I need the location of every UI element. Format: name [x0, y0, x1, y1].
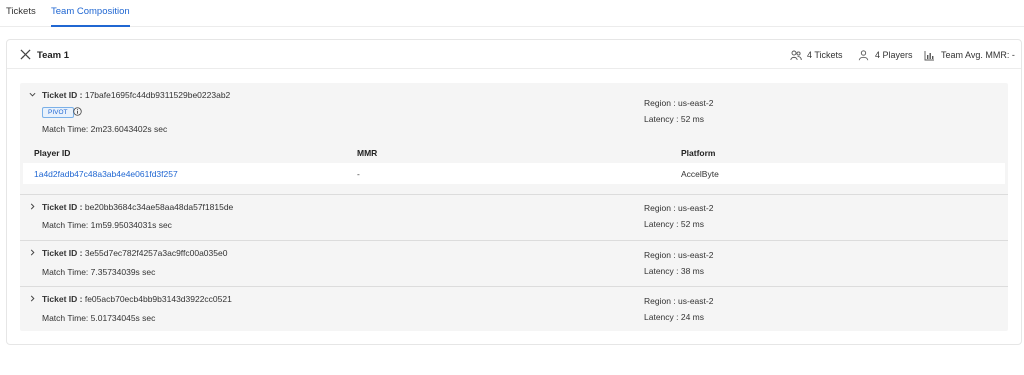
players-count: 4 Players	[875, 50, 913, 60]
player-id-link[interactable]: 1a4d2fadb47c48a3ab4e4e061fd3f257	[34, 169, 178, 179]
crossed-swords-icon	[20, 49, 31, 60]
ticket-region: Region : us-east-2	[644, 203, 714, 213]
team-title: Team 1	[37, 50, 70, 61]
ticket-match-time: Match Time: 1m59.95034031s sec	[42, 220, 172, 230]
ticket-id-value: 3e55d7ec782f4257a3ac9ffc00a035e0	[84, 248, 228, 258]
people-group-icon	[790, 50, 802, 61]
chevron-right-icon[interactable]	[29, 295, 36, 302]
column-header-player-id: Player ID	[34, 148, 71, 158]
ticket-item: Ticket ID : 17bafe1695fc44db9311529be022…	[20, 83, 1008, 194]
team-card: Team 1 4 Tickets 4 Players Team Avg. MMR…	[6, 39, 1022, 345]
info-icon[interactable]	[73, 107, 82, 116]
pivot-badge: PIVOT	[42, 107, 74, 118]
table-row: 1a4d2fadb47c48a3ab4e4e061fd3f257 - Accel…	[23, 163, 1005, 184]
tab-team-composition[interactable]: Team Composition	[51, 6, 130, 27]
person-icon	[858, 50, 869, 61]
ticket-region: Region : us-east-2	[644, 250, 714, 260]
ticket-id-value: 17bafe1695fc44db9311529be0223ab2	[84, 90, 231, 100]
ticket-item: Ticket ID : 3e55d7ec782f4257a3ac9ffc00a0…	[20, 241, 1008, 286]
tab-tickets[interactable]: Tickets	[6, 6, 36, 27]
ticket-list: Ticket ID : 17bafe1695fc44db9311529be022…	[20, 83, 1008, 331]
bar-chart-icon	[924, 51, 934, 61]
ticket-id-label: Ticket ID :	[42, 202, 83, 212]
ticket-id: Ticket ID : fe05acb70ecb4bb9b3143d3922cc…	[42, 294, 232, 304]
column-header-platform: Platform	[681, 148, 716, 158]
ticket-id-value: be20bb3684c34ae58aa48da57f1815de	[84, 202, 234, 212]
ticket-region: Region : us-east-2	[644, 98, 714, 108]
ticket-item: Ticket ID : fe05acb70ecb4bb9b3143d3922cc…	[20, 287, 1008, 331]
ticket-id-label: Ticket ID :	[42, 248, 83, 258]
ticket-latency: Latency : 52 ms	[644, 114, 705, 124]
column-header-mmr: MMR	[357, 148, 378, 158]
avg-mmr: Team Avg. MMR: -	[941, 50, 1015, 60]
tickets-count: 4 Tickets	[807, 50, 843, 60]
ticket-region: Region : us-east-2	[644, 296, 714, 306]
ticket-match-time: Match Time: 2m23.6043402s sec	[42, 124, 168, 134]
ticket-latency: Latency : 52 ms	[644, 219, 705, 229]
chevron-right-icon[interactable]	[29, 249, 36, 256]
ticket-id: Ticket ID : be20bb3684c34ae58aa48da57f18…	[42, 202, 233, 212]
ticket-item: Ticket ID : be20bb3684c34ae58aa48da57f18…	[20, 195, 1008, 240]
ticket-match-time: Match Time: 5.01734045s sec	[42, 313, 156, 323]
player-mmr: -	[357, 169, 360, 179]
chevron-down-icon[interactable]	[29, 91, 36, 98]
ticket-latency: Latency : 24 ms	[644, 312, 705, 322]
ticket-latency: Latency : 38 ms	[644, 266, 705, 276]
ticket-id-value: fe05acb70ecb4bb9b3143d3922cc0521	[84, 294, 232, 304]
ticket-id-label: Ticket ID :	[42, 90, 83, 100]
chevron-right-icon[interactable]	[29, 203, 36, 210]
player-platform: AccelByte	[681, 169, 719, 179]
team-card-header: Team 1 4 Tickets 4 Players Team Avg. MMR…	[7, 40, 1021, 69]
tab-bar: Tickets Team Composition	[0, 0, 1024, 27]
ticket-id-label: Ticket ID :	[42, 294, 83, 304]
ticket-id: Ticket ID : 3e55d7ec782f4257a3ac9ffc00a0…	[42, 248, 227, 258]
ticket-match-time: Match Time: 7.35734039s sec	[42, 267, 156, 277]
ticket-id: Ticket ID : 17bafe1695fc44db9311529be022…	[42, 90, 230, 100]
